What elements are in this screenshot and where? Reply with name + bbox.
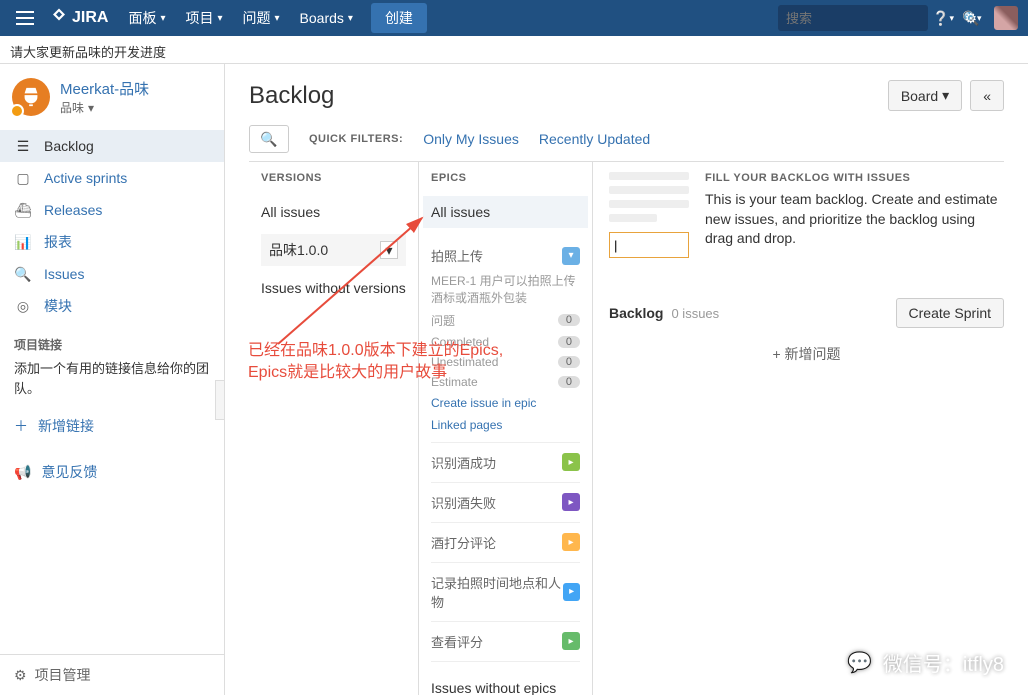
versions-title: VERSIONS <box>261 172 406 184</box>
create-issue-in-epic[interactable]: Create issue in epic <box>431 392 580 414</box>
epics-title: EPICS <box>431 172 580 184</box>
page-title: Backlog <box>249 82 334 110</box>
search-box[interactable]: 🔍 <box>778 5 928 31</box>
releases-icon: ⛴ <box>14 201 32 219</box>
add-issue-button[interactable]: + 新增问题 <box>609 328 1004 380</box>
create-sprint-button[interactable]: Create Sprint <box>896 298 1004 328</box>
nav-dashboards[interactable]: 面板▾ <box>118 0 175 36</box>
project-links-desc: 添加一个有用的链接信息给你的团队。 <box>0 359 224 408</box>
fill-backlog-desc: This is your team backlog. Create and es… <box>705 190 1004 249</box>
watermark: 💬 微信号：itfly8 <box>843 645 1004 679</box>
backlog-section-title: Backlog <box>609 305 663 321</box>
skeleton-placeholder <box>609 172 689 222</box>
project-icon <box>12 78 50 116</box>
epic-item-1[interactable]: 识别酒失败▸ <box>431 483 580 523</box>
nav-issues[interactable]: 问题▾ <box>233 0 290 36</box>
feedback-link[interactable]: 📢意见反馈 <box>0 454 224 490</box>
epic-chip-icon: ▸ <box>563 583 580 601</box>
epic-item-2[interactable]: 酒打分评论▸ <box>431 523 580 563</box>
jira-icon <box>50 7 68 30</box>
epic-item-4[interactable]: 查看评分▸ <box>431 622 580 662</box>
filter-recently-updated[interactable]: Recently Updated <box>539 131 650 147</box>
sidebar-releases[interactable]: ⛴Releases <box>0 194 224 226</box>
project-name[interactable]: Meerkat-品味 <box>60 78 149 99</box>
linked-pages[interactable]: Linked pages <box>431 414 580 436</box>
components-icon: ◎ <box>14 297 32 315</box>
filter-my-issues[interactable]: Only My Issues <box>423 131 519 147</box>
issues-without-versions[interactable]: Issues without versions <box>261 272 406 304</box>
epic-item-0[interactable]: 识别酒成功▸ <box>431 443 580 483</box>
board-dropdown[interactable]: Board▾ <box>888 80 962 111</box>
user-avatar[interactable] <box>994 6 1018 30</box>
settings-icon[interactable]: ⚙▾ <box>958 3 988 33</box>
sidebar-collapse[interactable] <box>215 380 225 420</box>
quick-filters-label: QUICK FILTERS: <box>309 133 403 145</box>
add-link-button[interactable]: ＋新增链接 <box>0 408 224 444</box>
menu-toggle[interactable] <box>10 3 40 33</box>
epic-chip-icon: ▾ <box>562 247 580 265</box>
logo-text: JIRA <box>72 9 108 27</box>
epic-chip-icon: ▸ <box>562 493 580 511</box>
epic-expanded[interactable]: 拍照上传 ▾ <box>431 240 580 271</box>
create-button[interactable]: 创建 <box>371 3 427 33</box>
reports-icon: 📊 <box>14 233 32 251</box>
gear-icon: ⚙ <box>14 667 27 684</box>
issues-icon: 🔍 <box>14 265 32 283</box>
epic-item-3[interactable]: 记录拍照时间地点和人物▸ <box>431 563 580 622</box>
filter-search-button[interactable]: 🔍 <box>249 125 289 153</box>
versions-all-issues[interactable]: All issues <box>261 196 406 228</box>
nav-projects[interactable]: 项目▾ <box>175 0 232 36</box>
project-admin[interactable]: ⚙项目管理 <box>0 654 224 695</box>
search-icon: 🔍 <box>260 131 277 148</box>
sidebar-components[interactable]: ◎模块 <box>0 290 224 322</box>
issues-without-epics[interactable]: Issues without epics <box>431 672 580 695</box>
collapse-button[interactable]: « <box>970 80 1004 111</box>
sprints-icon: ▢ <box>14 169 32 187</box>
epic-desc: MEER-1 用户可以拍照上传酒标或酒瓶外包装 <box>431 271 580 309</box>
fill-backlog-title: FILL YOUR BACKLOG WITH ISSUES <box>705 172 1004 184</box>
backlog-issue-count: 0 issues <box>671 306 719 321</box>
sidebar-backlog[interactable]: ☰Backlog <box>0 130 224 162</box>
version-selector[interactable]: 品味1.0.0 ▾ <box>261 234 406 266</box>
jira-logo[interactable]: JIRA <box>50 7 108 30</box>
project-selector[interactable]: 品味▾ <box>60 99 149 116</box>
epic-chip-icon: ▸ <box>562 533 580 551</box>
plus-icon: ＋ <box>14 416 28 436</box>
backlog-icon: ☰ <box>14 137 32 155</box>
help-icon[interactable]: ❔▾ <box>928 3 958 33</box>
epic-chip-icon: ▸ <box>562 453 580 471</box>
megaphone-icon: 📢 <box>14 464 31 481</box>
sidebar-reports[interactable]: 📊报表 <box>0 226 224 258</box>
sidebar-active-sprints[interactable]: ▢Active sprints <box>0 162 224 194</box>
wechat-icon: 💬 <box>843 645 877 679</box>
sidebar-issues[interactable]: 🔍Issues <box>0 258 224 290</box>
epics-all-issues[interactable]: All issues <box>423 196 588 228</box>
project-links-title: 项目链接 <box>0 322 224 359</box>
breadcrumb: 请大家更新品味的开发进度 <box>0 36 1028 64</box>
new-issue-input[interactable] <box>609 232 689 258</box>
chevron-down-icon: ▾ <box>380 241 398 259</box>
nav-boards[interactable]: Boards▾ <box>290 0 363 36</box>
epic-chip-icon: ▸ <box>562 632 580 650</box>
